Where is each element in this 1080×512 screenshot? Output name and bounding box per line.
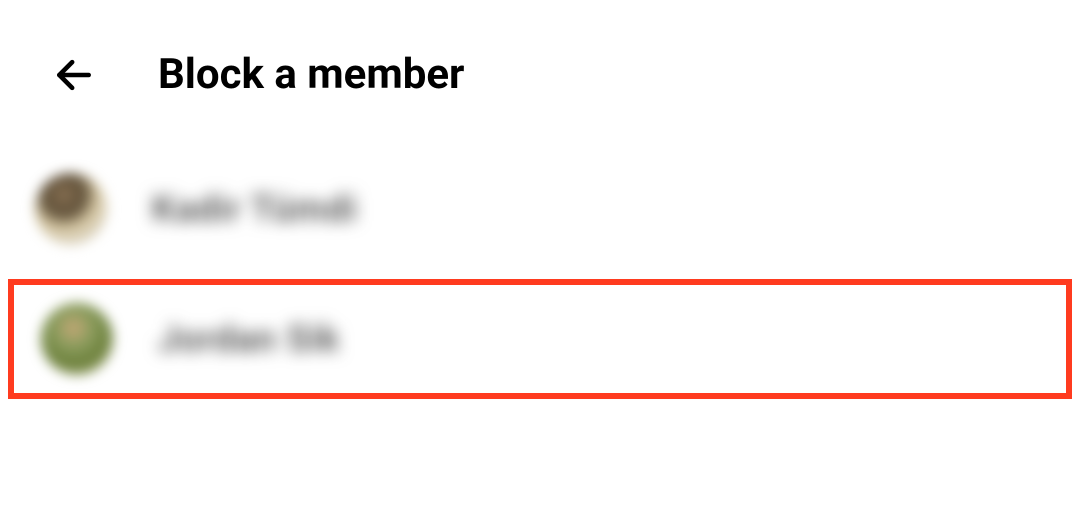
member-row[interactable]: Jordan Sik: [8, 279, 1072, 399]
member-name: Kadir Tümdi: [152, 188, 358, 230]
back-button[interactable]: [50, 51, 98, 99]
arrow-left-icon: [52, 53, 96, 97]
member-list: Kadir Tümdi Jordan Sik: [0, 139, 1080, 419]
page-header: Block a member: [0, 0, 1080, 139]
member-row[interactable]: Kadir Tümdi: [0, 149, 1080, 269]
avatar: [35, 173, 107, 245]
avatar: [41, 303, 113, 375]
page-title: Block a member: [158, 50, 464, 99]
member-name: Jordan Sik: [158, 318, 340, 360]
